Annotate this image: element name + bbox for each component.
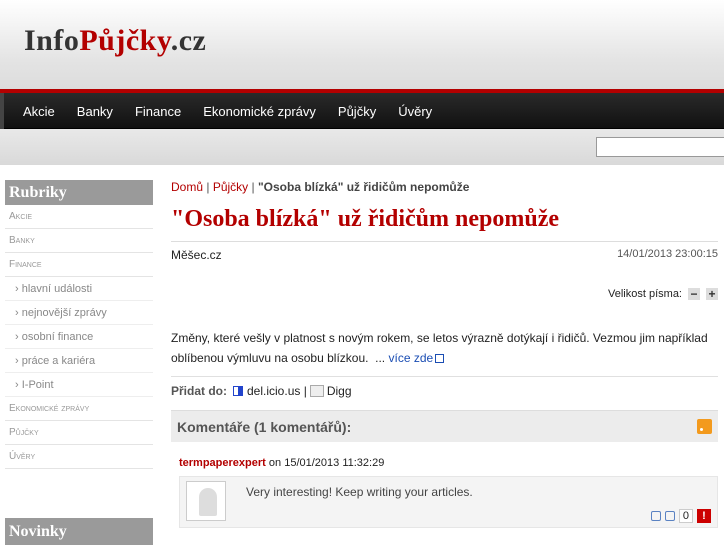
sidebar: Rubriky Akcie Banky Finance › hlavní udá… [5, 180, 153, 469]
share-separator: | [303, 383, 307, 398]
main-nav: Akcie Banky Finance Ekonomické zprávy Pů… [0, 93, 724, 129]
nav-item-pujcky[interactable]: Půjčky [327, 104, 387, 119]
thumbs-up-icon[interactable] [650, 511, 661, 521]
sidebar-item-uvery[interactable]: Úvěry [5, 445, 153, 469]
search-input[interactable] [596, 137, 724, 157]
article-title: "Osoba blízká" už řidičům nepomůže [171, 206, 718, 242]
nav-item-uvery[interactable]: Úvěry [387, 104, 443, 119]
breadcrumb-home[interactable]: Domů [171, 180, 203, 194]
vote-count: 0 [678, 509, 693, 523]
share-bar: Přidat do: del.icio.us | Digg [171, 376, 718, 400]
font-size-control: Velikost písma: − + [608, 288, 718, 300]
more-ellipsis: ... [375, 351, 386, 365]
avatar [186, 481, 226, 521]
site-logo[interactable]: InfoPůjčky.cz [24, 24, 206, 58]
sidebar-subitem-hlavni-udalosti[interactable]: › hlavní události [5, 277, 153, 301]
main-content: Domů | Půjčky | "Osoba blízká" už řidičů… [171, 180, 718, 528]
article-date: 14/01/2013 23:00:15 [617, 248, 718, 260]
nav-left-mark [0, 93, 4, 129]
logo-part-pujcky: Půjčky [79, 24, 171, 57]
sidebar-subitem-prace-a-kariera[interactable]: › práce a kariéra [5, 349, 153, 373]
nav-item-banky[interactable]: Banky [66, 104, 124, 119]
sidebar-item-pujcky[interactable]: Půjčky [5, 421, 153, 445]
logo-part-info: Info [24, 24, 80, 57]
breadcrumb-current: "Osoba blízká" už řidičům nepomůže [257, 180, 470, 194]
breadcrumb-section[interactable]: Půjčky [213, 180, 248, 194]
comment: Very interesting! Keep writing your arti… [179, 476, 718, 528]
comments-heading: Komentáře (1 komentářů): [177, 418, 352, 435]
font-decrease-button[interactable]: − [688, 288, 700, 300]
sidebar-subitem-i-point[interactable]: › I-Point [5, 373, 153, 397]
comment-votes: 0 ! [650, 509, 711, 523]
nav-item-ekonomicke-zpravy[interactable]: Ekonomické zprávy [192, 104, 327, 119]
nav-item-finance[interactable]: Finance [124, 104, 192, 119]
share-digg-link[interactable]: Digg [327, 384, 352, 398]
breadcrumb-separator: | [251, 180, 255, 194]
comment-text: Very interesting! Keep writing your arti… [246, 485, 473, 499]
logo-part-cz: .cz [170, 24, 207, 57]
thumbs-down-icon[interactable] [664, 511, 675, 521]
comment-on: on [268, 457, 282, 469]
external-link-icon [435, 354, 445, 363]
font-increase-button[interactable]: + [706, 288, 718, 300]
sidebar-item-ekonomicke-zpravy[interactable]: Ekonomické zprávy [5, 397, 153, 421]
breadcrumb: Domů | Půjčky | "Osoba blízká" už řidičů… [171, 180, 718, 200]
sidebar-heading-rubriky: Rubriky [5, 180, 153, 205]
delicious-icon [233, 385, 243, 396]
sidebar-item-akcie[interactable]: Akcie [5, 205, 153, 229]
font-size-label: Velikost písma: [608, 288, 682, 300]
sidebar-item-finance[interactable]: Finance [5, 253, 153, 277]
article-body: Změny, které vešly v platnost s novým ro… [171, 328, 718, 368]
sidebar-heading-novinky: Novinky [5, 518, 153, 545]
rss-icon[interactable] [697, 419, 712, 434]
article-source: Měšec.cz [171, 248, 222, 262]
read-more-link[interactable]: více zde [389, 351, 434, 365]
digg-icon [309, 384, 324, 397]
breadcrumb-separator: | [206, 180, 210, 194]
comments-header: Komentáře (1 komentářů): [171, 410, 718, 442]
nav-item-akcie[interactable]: Akcie [12, 104, 66, 119]
sidebar-subitem-nejnovejsi-zpravy[interactable]: › nejnovější zprávy [5, 301, 153, 325]
header: InfoPůjčky.cz [0, 0, 724, 90]
report-icon[interactable]: ! [697, 509, 711, 523]
comment-author[interactable]: termpaperexpert [179, 457, 266, 469]
comment-date: 15/01/2013 11:32:29 [284, 457, 385, 469]
article-meta: Měšec.cz 14/01/2013 23:00:15 [171, 248, 718, 262]
sidebar-item-banky[interactable]: Banky [5, 229, 153, 253]
sidebar-subitem-osobni-finance[interactable]: › osobní finance [5, 325, 153, 349]
share-label: Přidat do: [171, 383, 227, 398]
share-delicious-link[interactable]: del.icio.us [247, 384, 300, 398]
comment-author-line: termpaperexpert on 15/01/2013 11:32:29 [179, 457, 384, 469]
